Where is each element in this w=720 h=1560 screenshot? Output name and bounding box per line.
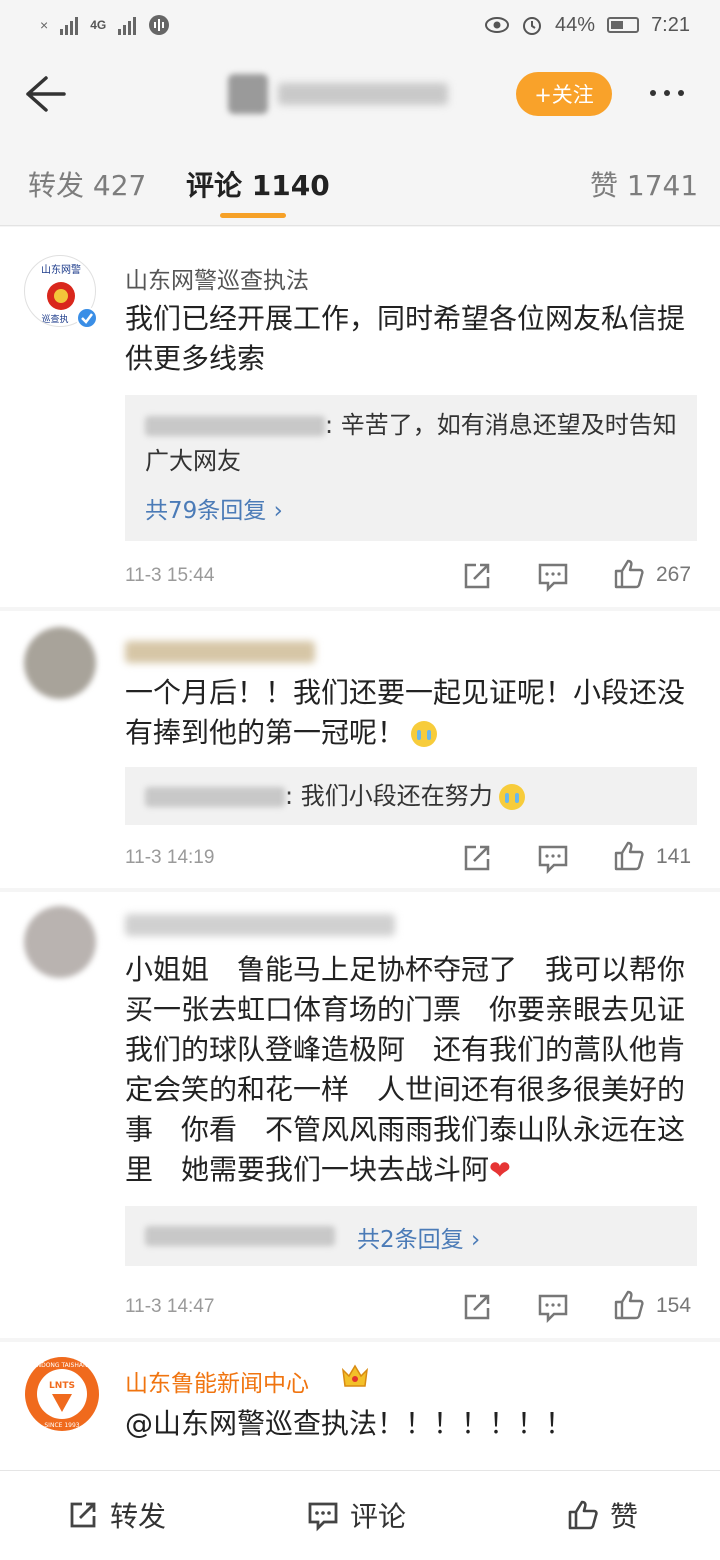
reply-content: : 我们小段还在努力 [285,782,493,810]
avatar[interactable] [24,627,96,699]
avatar[interactable]: SHANDONG TAISHAN F.C. LNTS SINCE 1993 [24,1356,100,1432]
comment-timestamp: 11-3 14:47 [125,1296,215,1317]
signal-icon-2 [118,15,137,35]
vip-crown-icon [341,1364,369,1387]
comment-item: 山东网警 巡查执 山东网警巡查执法 我们已经开展工作，同时希望各位网友私信提供更… [0,227,720,607]
verified-badge-icon [76,307,98,329]
like-count: 141 [656,845,692,868]
tab-likes[interactable]: 赞 1741 [590,164,698,204]
reply-preview[interactable]: : 辛苦了，如有消息还望及时告知广大网友 共79条回复 › [125,395,697,541]
avatar[interactable] [24,906,96,978]
crying-emoji-icon [498,784,525,810]
heart-emoji-icon: ❤ [489,1156,511,1186]
comment-timestamp: 11-3 15:44 [125,565,215,586]
blurred-reply-author [145,1226,335,1246]
reply-line: : 辛苦了，如有消息还望及时告知广大网友 [145,407,677,479]
logo-ring-text: SHANDONG TAISHAN F.C. [24,1362,100,1369]
comment-icon[interactable] [536,841,570,875]
comment-text: 小姐姐 鲁能马上足协杯夺冠了 我可以帮你买一张去虹口体育场的门票 你要亲眼去见证… [125,950,700,1191]
bottom-action-bar: 转发 评论 赞 [0,1470,720,1560]
club-logo-icon: SHANDONG TAISHAN F.C. LNTS SINCE 1993 [24,1357,100,1431]
like-count: 267 [656,563,692,586]
blurred-reply-author [145,787,285,807]
blurred-username [278,83,448,105]
tab-comments[interactable]: 评论 1140 [186,164,330,204]
share-icon[interactable] [460,1290,494,1324]
like-button[interactable]: 赞 [566,1495,638,1535]
comment-author[interactable]: 山东鲁能新闻中心 [125,1364,309,1398]
like-count: 154 [656,1294,692,1317]
comment-text: 我们已经开展工作，同时希望各位网友私信提供更多线索 [125,302,686,375]
tab-bar: 转发 427 评论 1140 赞 1741 [0,140,720,226]
view-replies-link[interactable]: 共79条回复 › [145,491,283,525]
status-bar: × 4G 44% 7:21 [0,0,720,50]
back-arrow-icon[interactable] [20,72,68,116]
network-type: 4G [90,18,107,32]
svg-text:山东网警: 山东网警 [41,263,81,276]
comment-text: 一个月后！！我们还要一起见证呢！小段还没有捧到他的第一冠呢！ [125,673,700,753]
like-icon[interactable] [612,557,646,591]
active-tab-indicator [220,213,286,218]
more-options-icon[interactable] [650,90,684,96]
clock: 7:21 [651,13,690,36]
share-icon[interactable] [460,841,494,875]
tab-repost[interactable]: 转发 427 [28,164,146,204]
comment-button[interactable]: 评论 [306,1495,406,1535]
comment-icon [308,1502,338,1532]
battery-percent: 44% [555,13,596,36]
reply-preview[interactable]: 共2条回复 › [125,1206,697,1266]
no-sim-icon: × [40,17,49,33]
comment-author[interactable]: 山东网警巡查执法 [125,261,309,295]
status-right: 44% 7:21 [485,14,690,37]
repost-label: 转发 [110,1500,167,1533]
share-icon[interactable] [460,559,494,593]
reply-line: : 我们小段还在努力 [145,778,677,814]
reply-preview[interactable]: : 我们小段还在努力 [125,767,697,825]
comment-item: SHANDONG TAISHAN F.C. LNTS SINCE 1993 山东… [0,1342,720,1470]
comment-item: 小姐姐 鲁能马上足协杯夺冠了 我可以帮你买一张去虹口体育场的门票 你要亲眼去见证… [0,892,720,1338]
view-replies-link[interactable]: 共2条回复 › [357,1220,480,1254]
like-label: 赞 [610,1500,639,1533]
blurred-avatar [228,74,268,114]
comment-text-content: 小姐姐 鲁能马上足协杯夺冠了 我可以帮你买一张去虹口体育场的门票 你要亲眼去见证… [125,953,686,1186]
audio-icon [149,15,170,35]
eye-icon [485,17,510,33]
blurred-profile-title [228,74,478,114]
comment-icon[interactable] [536,1290,570,1324]
signal-icon [60,15,79,35]
follow-button[interactable]: +关注 [516,72,612,116]
top-bar: +关注 [0,50,720,138]
crying-emoji-icon [411,721,438,747]
svg-text:巡查执: 巡查执 [41,313,68,325]
blurred-author-name[interactable] [125,641,315,663]
comment-text: @山东网警巡查执法！！！！！！！ [125,1407,574,1440]
logo-since-text: SINCE 1993 [44,1422,79,1429]
comment-label: 评论 [350,1500,407,1533]
blurred-reply-author [145,416,325,436]
repost-button[interactable]: 转发 [66,1495,166,1535]
comment-text-content: 一个月后！！我们还要一起见证呢！小段还没有捧到他的第一冠呢！ [125,676,686,749]
like-icon[interactable] [612,839,646,873]
comment-item: 一个月后！！我们还要一起见证呢！小段还没有捧到他的第一冠呢！ : 我们小段还在努… [0,611,720,888]
alarm-icon [523,17,542,35]
like-icon [568,1500,598,1530]
logo-text: LNTS [49,1381,75,1391]
blurred-author-name[interactable] [125,914,395,936]
like-icon[interactable] [612,1288,646,1322]
comment-icon[interactable] [536,559,570,593]
status-left: × 4G [40,14,170,36]
comment-timestamp: 11-3 14:19 [125,847,215,868]
battery-icon [607,17,640,33]
share-icon [70,1502,96,1528]
